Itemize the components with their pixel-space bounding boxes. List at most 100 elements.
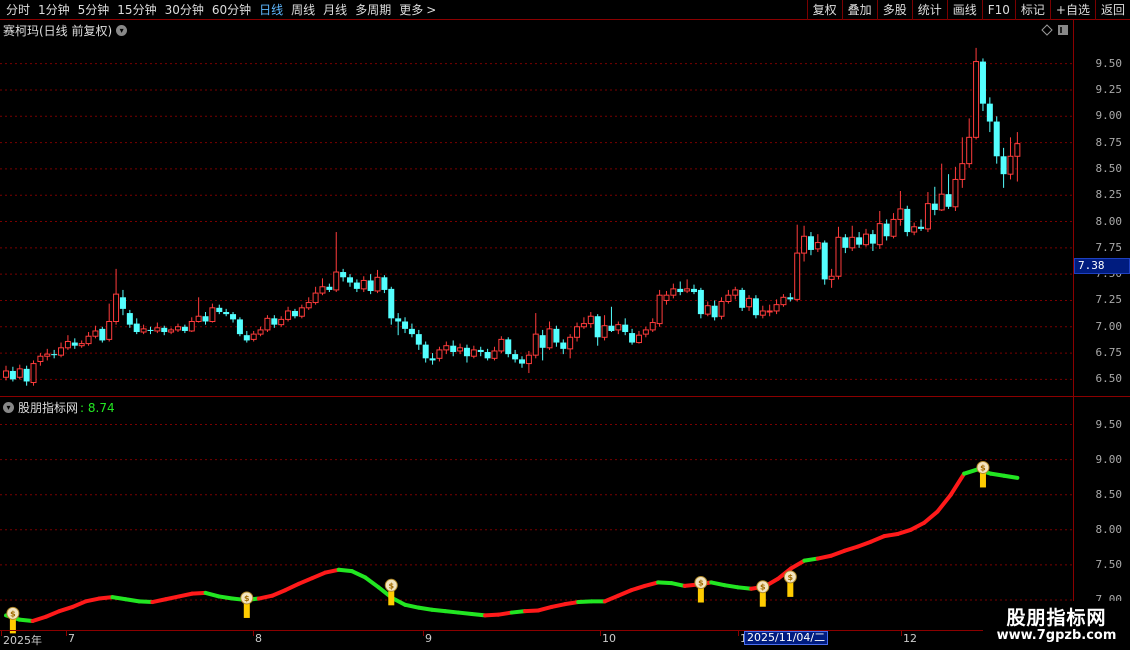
candle-body bbox=[752, 298, 759, 316]
candle-body bbox=[525, 354, 532, 365]
candle-body bbox=[773, 304, 780, 312]
indicator-segment bbox=[842, 544, 860, 553]
price-tick-label: 8.25 bbox=[1095, 188, 1123, 202]
candle bbox=[629, 328, 636, 345]
candle bbox=[333, 232, 340, 293]
money-bag-body bbox=[756, 580, 770, 594]
candle bbox=[298, 304, 305, 319]
period-tab[interactable]: 周线 bbox=[287, 0, 319, 20]
toolbar-button[interactable]: 统计 bbox=[911, 0, 947, 20]
candle bbox=[746, 295, 753, 311]
signal-bar bbox=[697, 586, 704, 603]
toolbar-button[interactable]: +自选 bbox=[1049, 0, 1095, 20]
candle bbox=[429, 353, 436, 365]
toolbar-button[interactable]: 标记 bbox=[1014, 0, 1050, 20]
candle-body bbox=[663, 294, 670, 301]
toolbar-button[interactable]: 多股 bbox=[876, 0, 912, 20]
candle bbox=[133, 318, 140, 335]
candle-body bbox=[615, 324, 622, 331]
kline-chart: $ $ $ $ $ $ $ bbox=[0, 47, 1073, 634]
candle-body bbox=[223, 312, 230, 315]
candle-body bbox=[986, 103, 993, 122]
candle bbox=[223, 308, 230, 317]
toolbar-button[interactable]: 叠加 bbox=[841, 0, 877, 20]
candle-body bbox=[374, 276, 381, 292]
candle-body bbox=[567, 336, 574, 350]
chevron-down-icon[interactable]: ▾ bbox=[3, 402, 14, 413]
indicator-segment bbox=[948, 471, 967, 497]
candle-body bbox=[608, 325, 615, 331]
candle bbox=[539, 329, 546, 361]
main-panel-controls bbox=[1041, 24, 1068, 36]
indicator-segment bbox=[549, 602, 567, 609]
period-tab[interactable]: 1分钟 bbox=[34, 0, 74, 20]
current-price-tag: 7.38 bbox=[1074, 258, 1130, 274]
indicator-panel-header: ▾ 股朋指标网 : 8.74 bbox=[3, 399, 115, 416]
period-tab[interactable]: 30分钟 bbox=[161, 0, 208, 20]
toolbar-button[interactable]: F10 bbox=[981, 0, 1015, 20]
date-label: 2025年 bbox=[3, 634, 42, 647]
candle bbox=[236, 317, 243, 337]
panel-toggle-icon[interactable] bbox=[1058, 25, 1068, 35]
candle bbox=[835, 226, 842, 280]
candle-body bbox=[353, 282, 360, 289]
candle bbox=[512, 349, 519, 363]
candle bbox=[670, 283, 677, 299]
money-bag-icon: $ bbox=[694, 576, 708, 603]
candle-body bbox=[739, 289, 746, 308]
period-tab[interactable]: 日线 bbox=[255, 0, 287, 20]
candle bbox=[305, 297, 312, 310]
money-bag-body bbox=[976, 460, 990, 474]
period-tab[interactable]: 15分钟 bbox=[113, 0, 160, 20]
period-tab[interactable]: 分时 bbox=[2, 0, 34, 20]
candle-body bbox=[443, 345, 450, 351]
diamond-icon[interactable] bbox=[1041, 24, 1053, 36]
date-tick bbox=[1, 631, 2, 636]
candle-body bbox=[918, 226, 925, 229]
candle-body bbox=[126, 313, 133, 325]
candle bbox=[119, 289, 126, 316]
candle-body bbox=[106, 320, 113, 340]
indicator-segment bbox=[57, 604, 75, 614]
candle bbox=[154, 322, 161, 334]
candle bbox=[106, 303, 113, 342]
candle-body bbox=[580, 323, 587, 328]
candle-body bbox=[381, 277, 388, 290]
date-axis: 2025年789101112 bbox=[0, 630, 1130, 650]
indicator-segment bbox=[669, 581, 687, 588]
period-tab[interactable]: 更多 > bbox=[395, 0, 440, 20]
candle-body bbox=[119, 297, 126, 309]
candle-body bbox=[37, 355, 44, 362]
period-tab[interactable]: 5分钟 bbox=[74, 0, 114, 20]
candle-body bbox=[450, 345, 457, 353]
candle bbox=[30, 360, 37, 386]
toolbar-button[interactable]: 返回 bbox=[1094, 0, 1130, 20]
toolbar-button[interactable]: 画线 bbox=[946, 0, 982, 20]
candle bbox=[326, 283, 333, 293]
indicator-segment bbox=[256, 593, 275, 601]
candle bbox=[484, 348, 491, 361]
period-tab[interactable]: 月线 bbox=[319, 0, 351, 20]
toolbar-button[interactable]: 复权 bbox=[806, 0, 842, 20]
candle bbox=[58, 342, 65, 358]
date-tick bbox=[600, 631, 601, 636]
candle-body bbox=[842, 237, 849, 248]
period-tab[interactable]: 60分钟 bbox=[208, 0, 255, 20]
date-label: 7 bbox=[68, 632, 75, 645]
candle-body bbox=[140, 328, 147, 333]
candle bbox=[367, 274, 374, 295]
chevron-down-icon[interactable]: ▾ bbox=[116, 25, 128, 36]
candle-body bbox=[340, 272, 347, 278]
candle-body bbox=[725, 294, 732, 302]
candle-body bbox=[195, 315, 202, 322]
candle-body bbox=[23, 368, 30, 382]
indicator-segment bbox=[602, 593, 621, 604]
candle-body bbox=[656, 294, 663, 325]
indicator-segment bbox=[735, 585, 754, 591]
indicator-segment bbox=[1002, 473, 1020, 480]
candle-body bbox=[44, 353, 51, 357]
indicator-segment bbox=[762, 576, 780, 589]
price-tick-label: 9.50 bbox=[1095, 56, 1123, 70]
period-tab[interactable]: 多周期 bbox=[351, 0, 395, 20]
candle-body bbox=[333, 271, 340, 291]
